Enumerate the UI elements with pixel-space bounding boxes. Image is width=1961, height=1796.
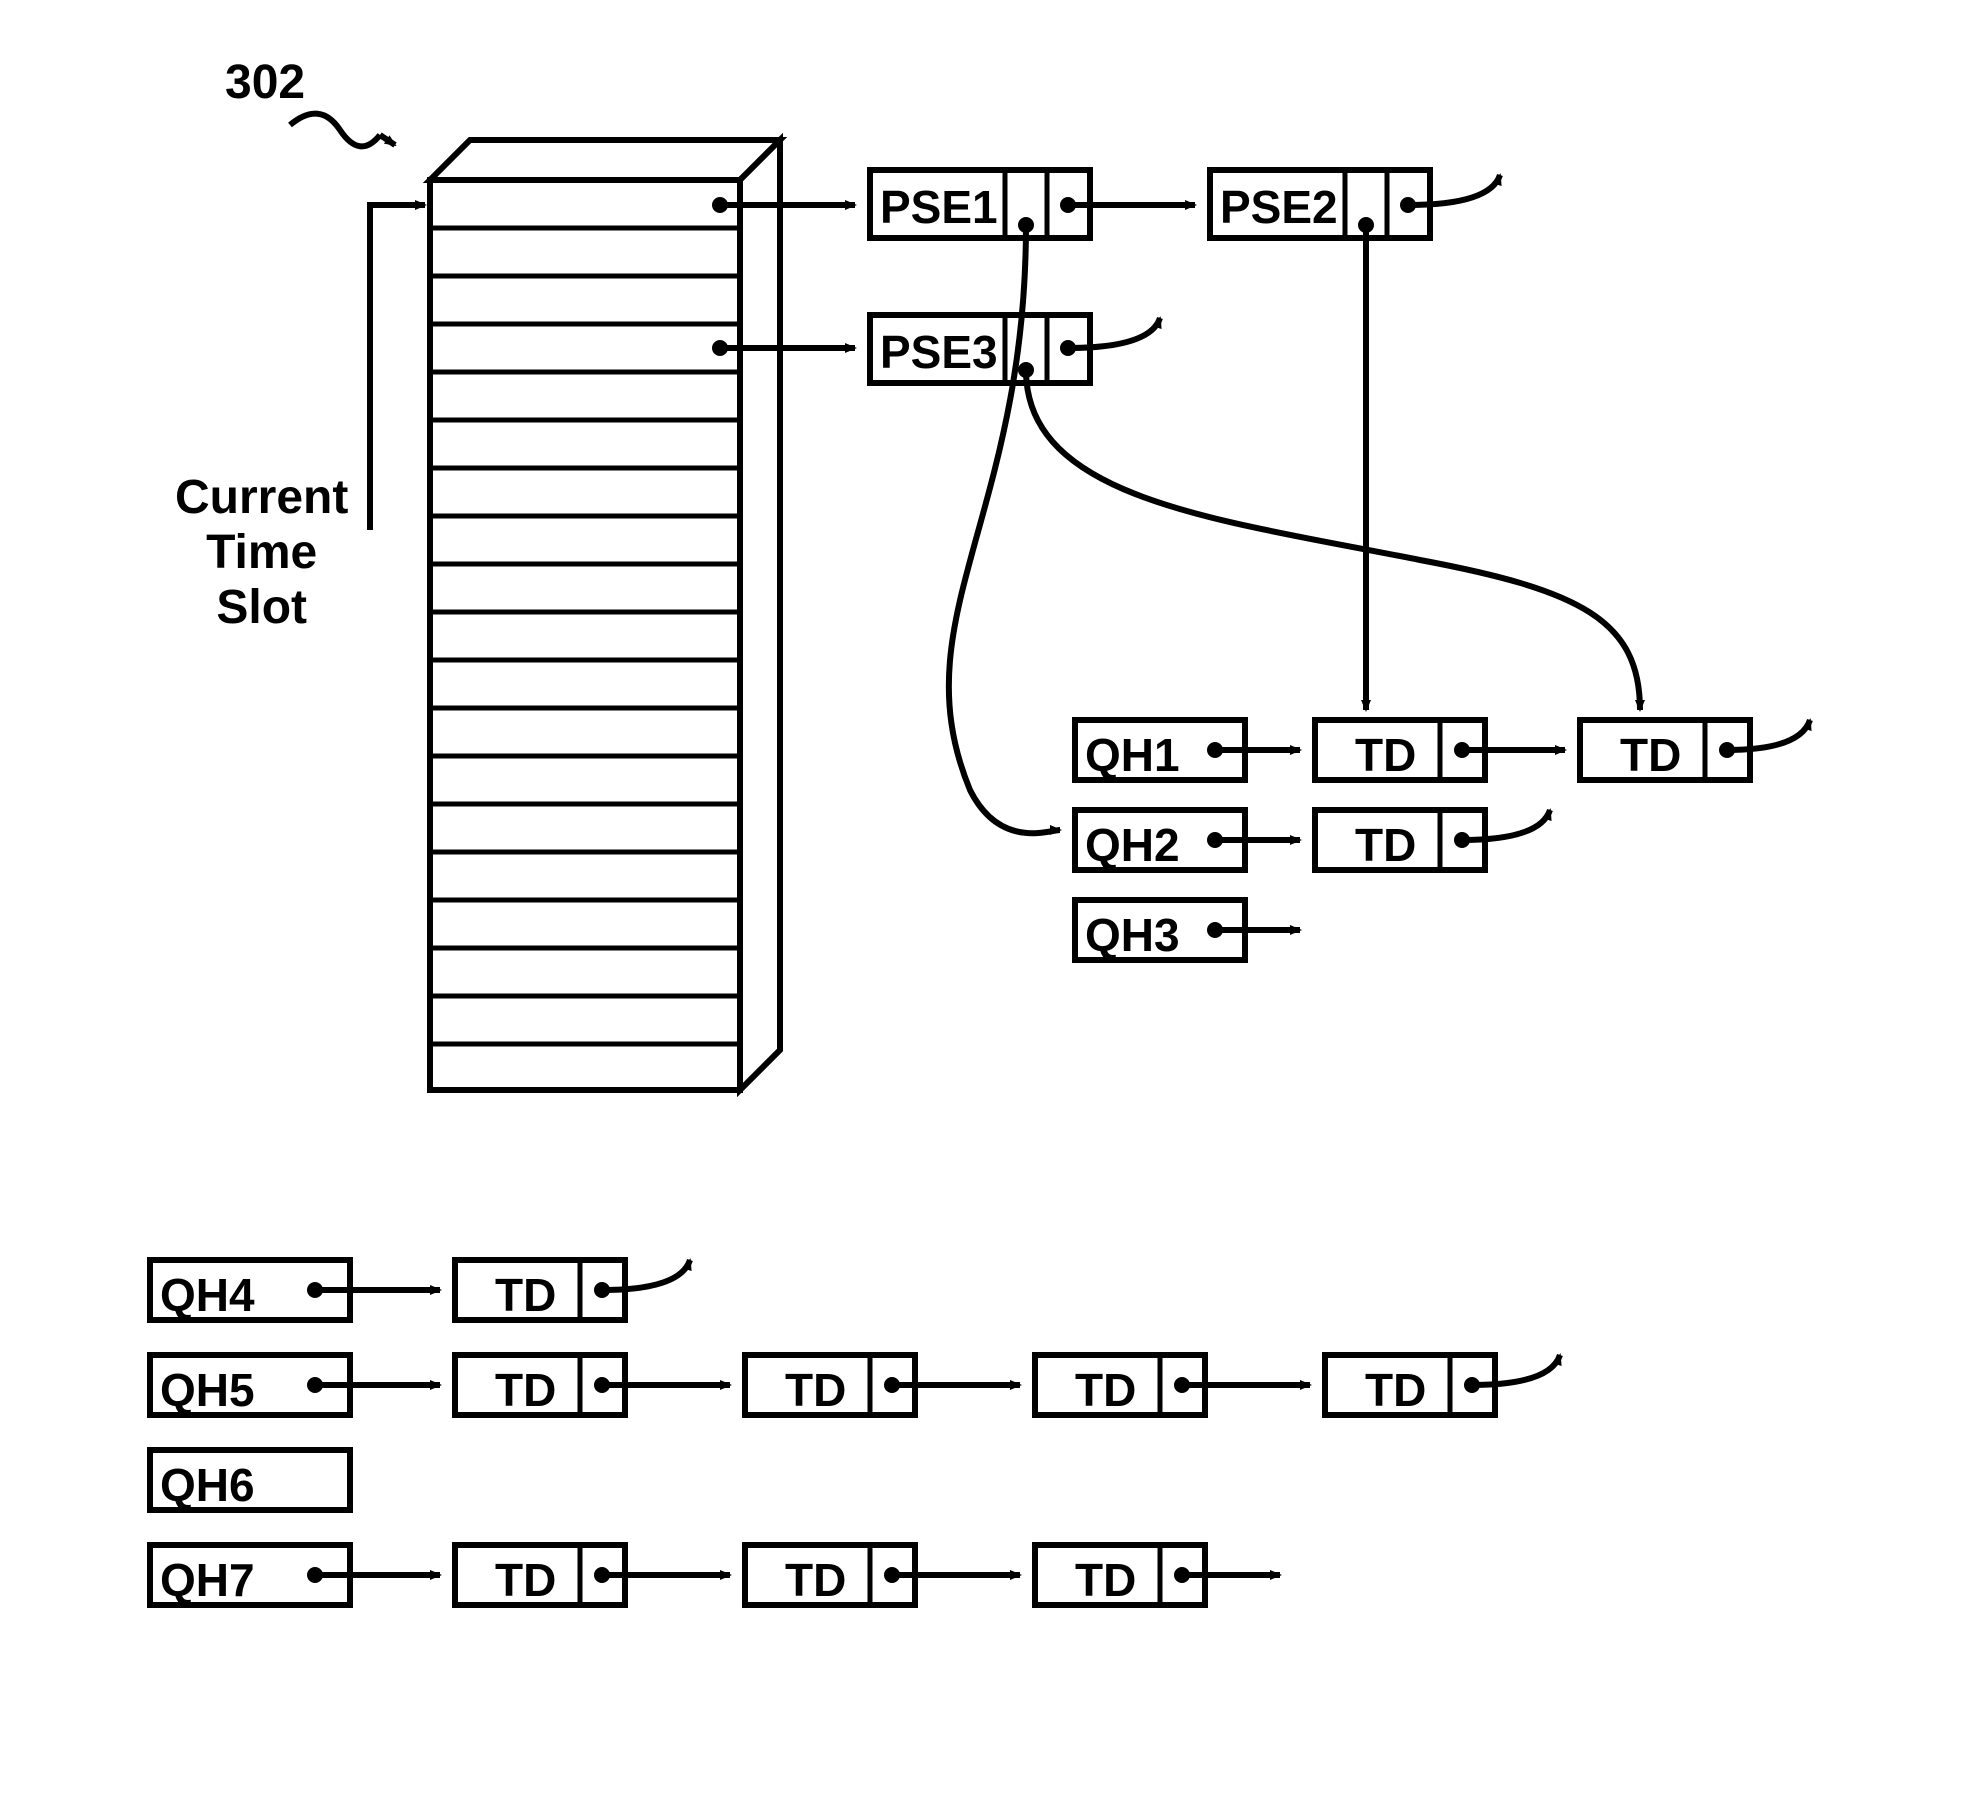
td-label-2: TD	[1620, 728, 1681, 782]
td-label-9: TD	[495, 1553, 556, 1607]
pse2-label: PSE2	[1220, 180, 1338, 234]
td-label-6: TD	[785, 1363, 846, 1417]
qh4-label: QH4	[160, 1268, 255, 1322]
qh1-label: QH1	[1085, 728, 1180, 782]
td-label-4: TD	[495, 1268, 556, 1322]
td-label-10: TD	[785, 1553, 846, 1607]
pse3-label: PSE3	[880, 325, 998, 379]
td-label-3: TD	[1355, 818, 1416, 872]
td-label-1: TD	[1355, 728, 1416, 782]
diagram-svg	[0, 0, 1961, 1796]
td-label-5: TD	[495, 1363, 556, 1417]
time-slot-array	[430, 140, 780, 1090]
td-label-11: TD	[1075, 1553, 1136, 1607]
pse1-label: PSE1	[880, 180, 998, 234]
td-label-8: TD	[1365, 1363, 1426, 1417]
qh6-label: QH6	[160, 1458, 255, 1512]
qh2-label: QH2	[1085, 818, 1180, 872]
current-time-slot-label: Current Time Slot	[175, 470, 348, 636]
td-label-7: TD	[1075, 1363, 1136, 1417]
qh3-label: QH3	[1085, 908, 1180, 962]
qh5-label: QH5	[160, 1363, 255, 1417]
qh7-label: QH7	[160, 1553, 255, 1607]
